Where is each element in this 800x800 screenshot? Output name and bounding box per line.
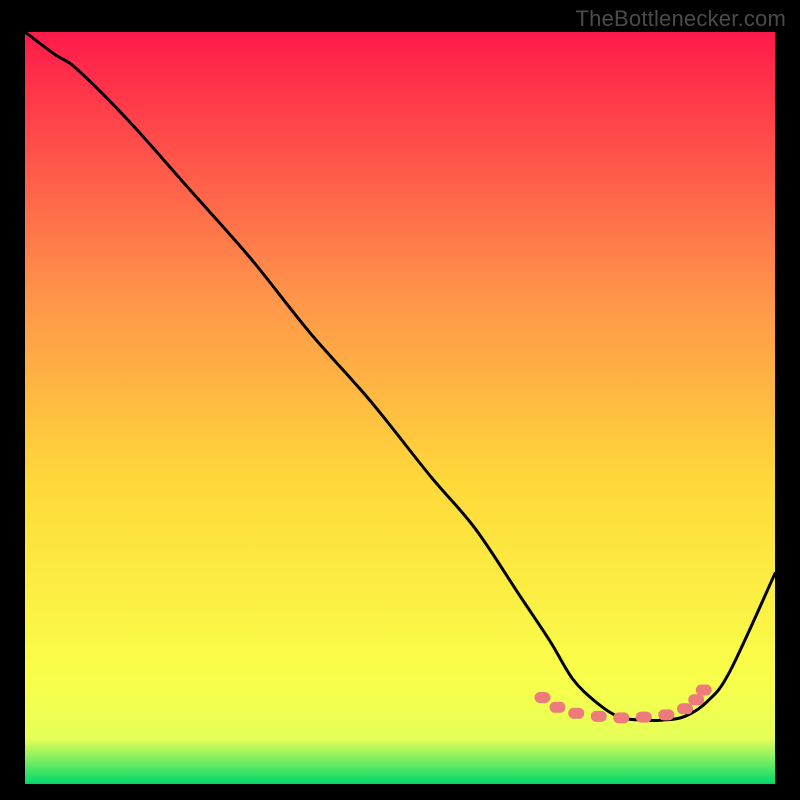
plot-area	[25, 32, 775, 784]
chart-svg	[25, 32, 775, 784]
optimal-marker	[535, 692, 551, 703]
chart-frame: TheBottlenecker.com	[0, 0, 800, 800]
optimal-marker	[688, 694, 704, 705]
gradient-background	[25, 32, 775, 784]
optimal-marker	[658, 709, 674, 720]
optimal-marker	[568, 708, 584, 719]
optimal-marker	[550, 702, 566, 713]
optimal-marker	[591, 711, 607, 722]
optimal-marker	[696, 685, 712, 696]
optimal-marker	[613, 712, 629, 723]
optimal-marker	[636, 712, 652, 723]
optimal-marker	[677, 703, 693, 714]
watermark-text: TheBottlenecker.com	[576, 6, 786, 32]
